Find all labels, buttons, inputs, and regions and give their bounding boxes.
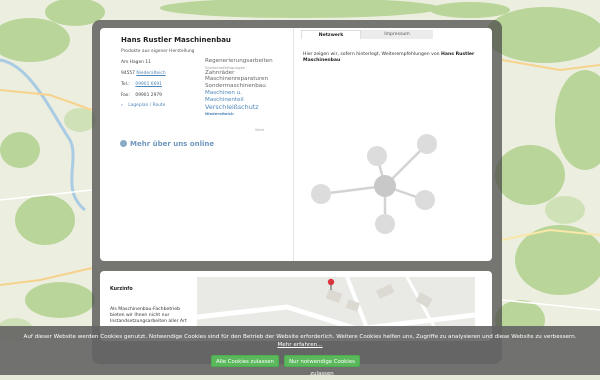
keyword-tag[interactable]: Maschinen u.: [205, 90, 290, 97]
accept-necessary-cookies-button[interactable]: Nur notwendige Cookies zulassen: [284, 355, 360, 377]
globe-icon: [120, 140, 127, 147]
company-title: Hans Rustler Maschinenbau: [121, 36, 231, 44]
network-node: [415, 190, 435, 210]
cookie-banner: Auf dieser Website werden Cookies genutz…: [0, 326, 600, 377]
network-description-text: Hier zeigen wir, sofern hinterlegt, Weit…: [303, 52, 440, 57]
tab-network[interactable]: Netzwerk: [301, 30, 361, 39]
more-online-label: Mehr über uns online: [130, 140, 215, 148]
keyword-tags: Regenerierungsarbeiten Sonderanfertigunge…: [205, 58, 290, 168]
address-city-link[interactable]: Niederalteich: [136, 71, 165, 76]
company-card: Hans Rustler Maschinenbau Produkte aus e…: [100, 28, 492, 261]
tab-bar: Netzwerk Impressum: [301, 30, 451, 39]
keyword-tag[interactable]: Regenerierungsarbeiten: [205, 58, 290, 65]
network-hub-node: [374, 175, 396, 197]
fax-line: Fax: 09901 2979: [121, 93, 162, 98]
company-info-column: Hans Rustler Maschinenbau Produkte aus e…: [100, 28, 293, 261]
cookie-more-link[interactable]: Mehr erfahren...: [277, 342, 322, 348]
company-subtitle: Produkte aus eigener Herstellung: [121, 49, 195, 54]
tab-imprint[interactable]: Impressum: [361, 30, 433, 39]
keyword-tag[interactable]: Verschleißschutz: [205, 103, 290, 111]
network-graph: [311, 134, 437, 234]
fax-label: Fax:: [121, 93, 130, 98]
kurzinfo-title: Kurzinfo: [110, 287, 133, 292]
cookie-message: Auf dieser Website werden Cookies genutz…: [23, 334, 577, 340]
network-node: [311, 184, 331, 204]
phone-line: Tel.: 09901 6691: [121, 82, 162, 87]
route-link[interactable]: › Lageplan / Route: [121, 103, 165, 108]
network-node: [417, 134, 437, 154]
route-link-label: Lageplan / Route: [128, 103, 166, 108]
address-city-line: 94557 Niederalteich: [121, 71, 166, 76]
address-street: Am Hagen 11: [121, 60, 151, 65]
keyword-tag[interactable]: Niederalteich: [205, 111, 290, 116]
kurzinfo-text: Als Maschinenbau-Fachbetrieb bieten wir …: [110, 307, 187, 324]
phone-link[interactable]: 09901 6691: [135, 82, 162, 87]
network-panel: Netzwerk Impressum Hier zeigen wir, sofe…: [297, 28, 492, 261]
chevron-right-icon: ›: [121, 103, 123, 108]
address-zip: 94557: [121, 71, 135, 76]
network-node: [367, 146, 387, 166]
network-node: [375, 214, 395, 234]
keyword-tag[interactable]: Maschinenteil: [205, 97, 290, 104]
phone-label: Tel.:: [121, 82, 130, 87]
keyword-tag[interactable]: Sondermaschinenbau: [205, 83, 290, 90]
keyword-tag[interactable]: Maschinenreparaturen: [205, 76, 290, 83]
accept-all-cookies-button[interactable]: Alle Cookies zulassen: [211, 355, 279, 367]
cookie-text: Auf dieser Website werden Cookies genutz…: [0, 334, 600, 349]
keyword-tag[interactable]: Zahnräder: [205, 70, 290, 77]
network-description: Hier zeigen wir, sofern hinterlegt, Weit…: [303, 52, 483, 64]
tags-aside: Wele: [255, 127, 265, 132]
column-divider: [293, 28, 294, 261]
fax-number: 09901 2979: [135, 93, 162, 98]
more-online-link[interactable]: Mehr über uns online: [120, 140, 214, 148]
